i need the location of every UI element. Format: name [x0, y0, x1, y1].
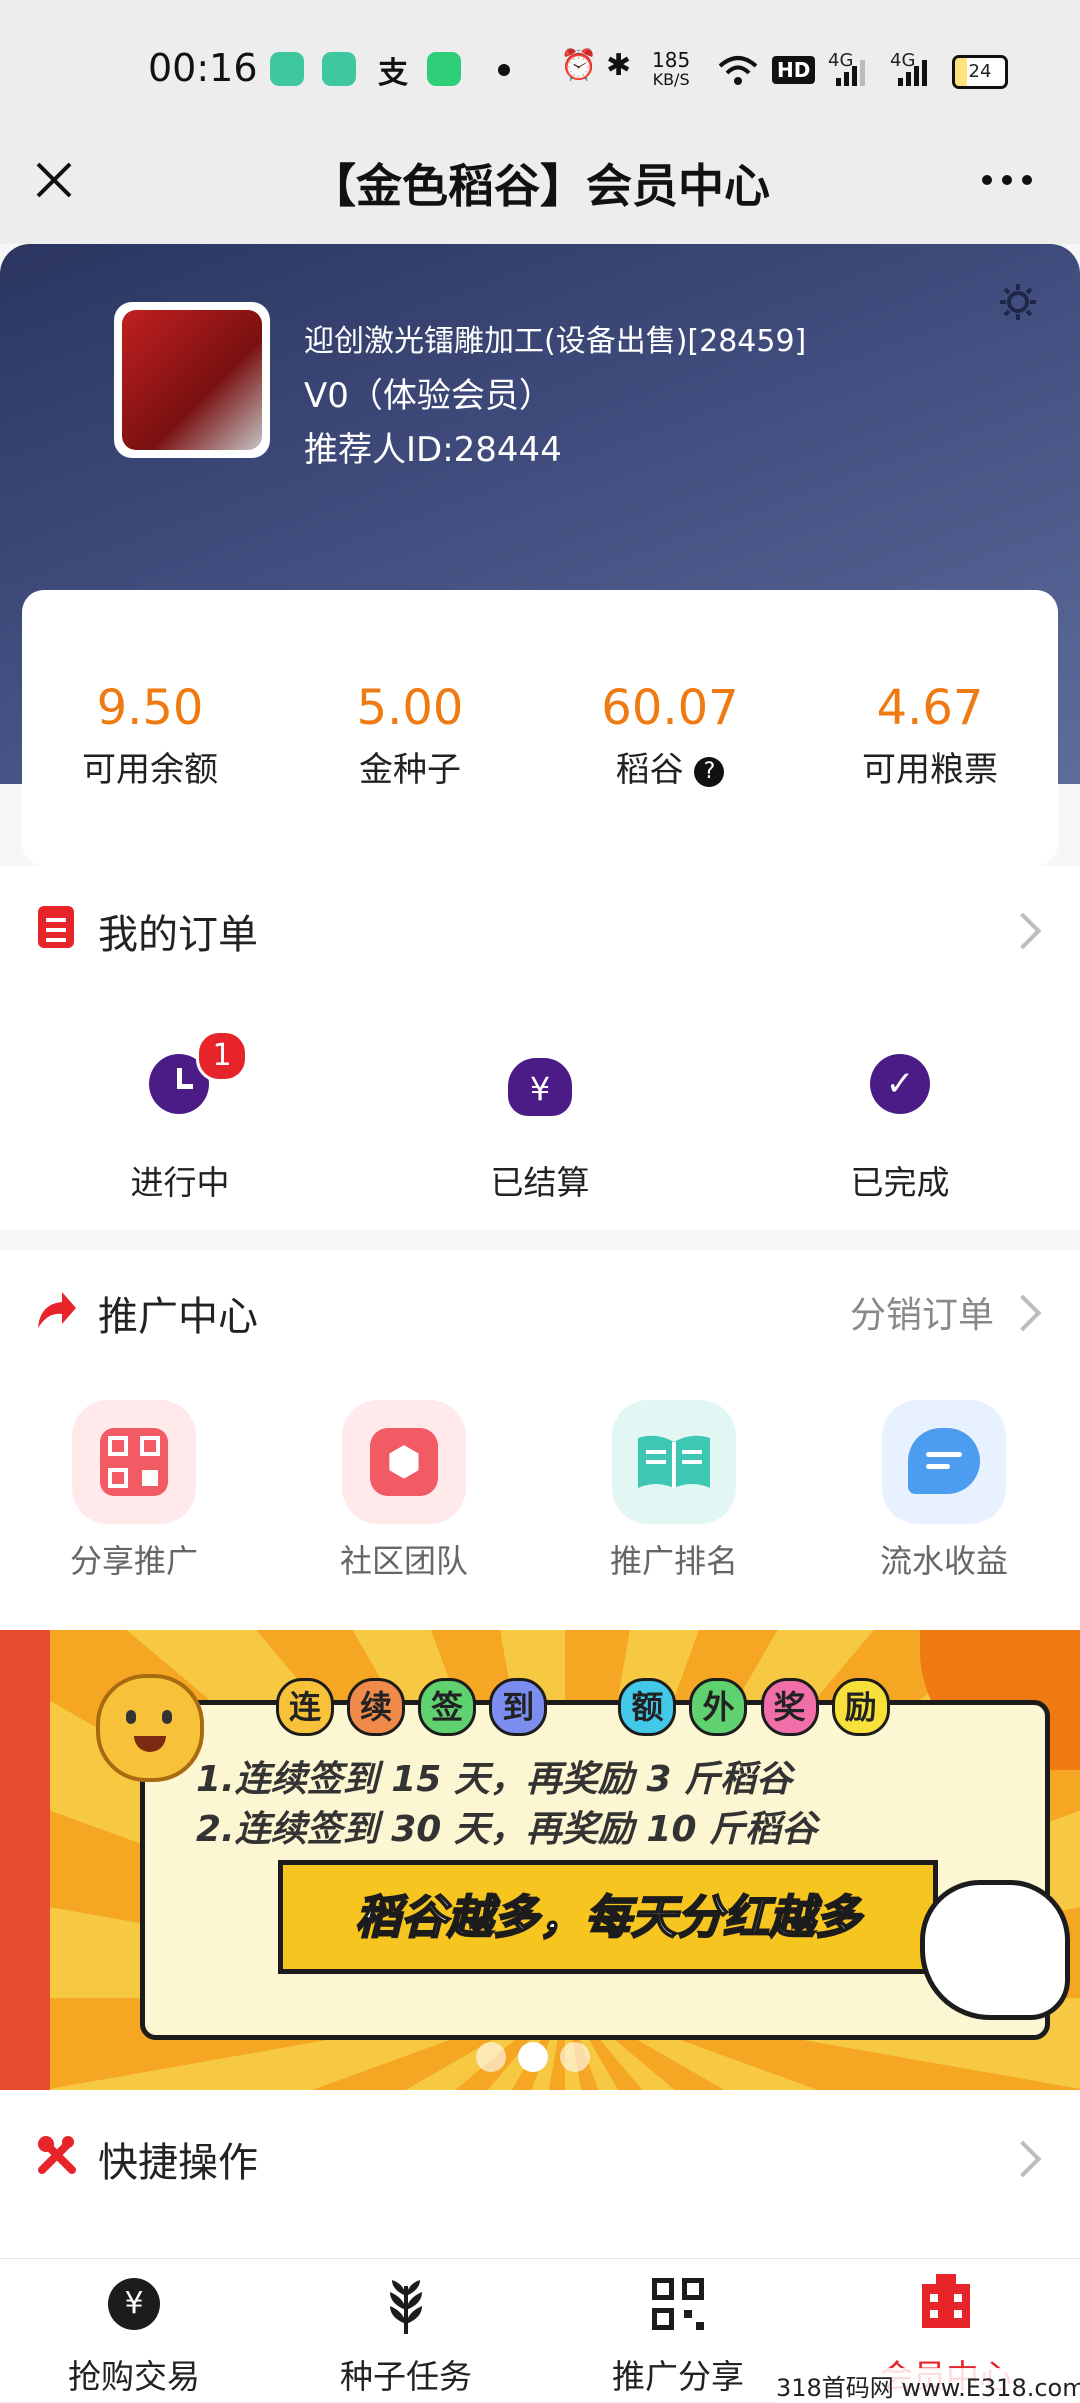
qr-code-icon [100, 1428, 168, 1496]
order-label: 进行中 [130, 1163, 230, 1202]
app-notification-icon [270, 52, 304, 86]
orders-title: 我的订单 [98, 912, 258, 958]
headline-char: 励 [831, 1678, 890, 1736]
banner-slogan-box: 稻谷越多，每天分红越多 [278, 1860, 938, 1974]
banner-line-2: 2.连续签到 30 天，再奖励 10 斤稻谷 [196, 1809, 818, 1850]
order-settled[interactable]: ¥ 已结算 [410, 1030, 670, 1210]
order-label: 已结算 [490, 1163, 590, 1202]
headline-char: 签 [418, 1678, 477, 1736]
more-notifications-dot [498, 64, 510, 76]
chat-bubble-icon [908, 1428, 980, 1494]
qr-code-icon [652, 2278, 704, 2330]
stat-label-row: 稻谷 ? [540, 742, 800, 791]
watermark: 318首码网 www.E318.com [776, 2368, 1080, 2403]
signal-icon [836, 60, 865, 86]
stat-value: 4.67 [876, 680, 984, 736]
carousel-dot[interactable] [560, 2042, 590, 2072]
cube-icon: ⬢ [370, 1428, 438, 1496]
yen-hand-icon: ¥ [108, 2278, 160, 2330]
stat-label: 可用余额 [82, 750, 218, 790]
building-icon [922, 2274, 970, 2328]
stat-label: 金种子 [359, 750, 461, 790]
status-time: 00:16 [148, 46, 258, 90]
stat-available-balance[interactable]: 9.50 可用余额 [20, 680, 280, 791]
signal-icon [898, 60, 927, 86]
order-label: 已完成 [850, 1163, 950, 1202]
member-level: V0（体验会员） [304, 376, 553, 416]
tab-label: 种子任务 [340, 2357, 472, 2396]
order-completed[interactable]: ✓ 已完成 [770, 1030, 1030, 1210]
promotion-title: 推广中心 [98, 1294, 258, 1340]
headline-char: 到 [489, 1678, 548, 1736]
referrer-id: 推荐人ID:28444 [304, 430, 562, 470]
battery-icon: 24 [952, 55, 1008, 89]
order-in-progress[interactable]: 1 进行中 [50, 1030, 310, 1210]
app-notification-icon [322, 52, 356, 86]
headline-char: 奖 [760, 1678, 819, 1736]
tab-label: 推广分享 [612, 2357, 744, 2396]
battery-level: 24 [968, 61, 992, 82]
more-menu-icon[interactable] [980, 170, 1034, 190]
alarm-icon: ⏰ [560, 48, 598, 83]
avatar[interactable] [122, 310, 262, 450]
order-list-icon [38, 906, 74, 948]
smiley-emoji-icon [96, 1674, 204, 1782]
promo-ranking-tile[interactable] [612, 1400, 736, 1524]
page-title: 【金色稻谷】会员中心 [310, 159, 770, 213]
carousel-dot[interactable] [476, 2042, 506, 2072]
promo-label: 社区团队 [339, 1542, 468, 1580]
net-speed-unit: KB/S [652, 70, 690, 89]
distribution-orders-link[interactable]: 分销订单 [850, 1286, 994, 1338]
money-bag-icon: ¥ [508, 1058, 572, 1116]
settings-gear-icon[interactable] [998, 282, 1038, 322]
bluetooth-icon: ✱ [606, 48, 632, 83]
share-arrow-icon [38, 1292, 76, 1328]
hd-icon: HD [772, 56, 816, 84]
help-icon[interactable]: ? [694, 756, 725, 787]
wifi-icon [718, 56, 758, 85]
net-speed-value: 185 [652, 48, 691, 72]
headline-char: 续 [347, 1678, 406, 1736]
promo-label: 推广排名 [609, 1542, 738, 1580]
stat-grain-tickets[interactable]: 4.67 可用粮票 [800, 680, 1060, 791]
stat-rice[interactable]: 60.07 稻谷 ? [540, 680, 800, 791]
user-name: 迎创激光镭雕加工(设备出售)[28459] [304, 324, 807, 359]
stat-gold-seeds[interactable]: 5.00 金种子 [280, 680, 540, 791]
open-book-icon [638, 1435, 710, 1488]
banner-slogan: 稻谷越多，每天分红越多 [354, 1889, 862, 1945]
checkin-banner[interactable]: 连 续 签 到 额 外 奖 励 1.连续签到 15 天，再奖励 3 斤稻谷 2.… [0, 1630, 1080, 2090]
check-icon: ✓ [870, 1054, 930, 1114]
alipay-icon: 支 [378, 56, 408, 91]
stat-label: 可用粮票 [862, 750, 998, 790]
community-team-tile[interactable]: ⬢ [342, 1400, 466, 1524]
flow-earnings-tile[interactable] [882, 1400, 1006, 1524]
headline-char: 额 [618, 1678, 677, 1736]
banner-line-1: 1.连续签到 15 天，再奖励 3 斤稻谷 [196, 1759, 793, 1800]
stat-value: 60.07 [601, 680, 739, 736]
hand-gesture-icon [920, 1880, 1070, 2020]
tab-label: 抢购交易 [68, 2357, 200, 2396]
order-badge: 1 [196, 1030, 248, 1082]
share-promo-tile[interactable] [72, 1400, 196, 1524]
banner-edge [0, 1630, 50, 2090]
headline-char: 外 [689, 1678, 748, 1736]
stat-value: 5.00 [356, 680, 464, 736]
banner-headline: 连 续 签 到 额 外 奖 励 [276, 1678, 890, 1736]
headline-char: 连 [276, 1678, 334, 1736]
carousel-dot-active[interactable] [518, 2042, 548, 2072]
net-speed: 185 KB/S [652, 50, 690, 90]
stat-label: 稻谷 [615, 750, 684, 790]
tools-icon [38, 2136, 76, 2174]
promo-label: 分享推广 [69, 1542, 198, 1580]
quick-actions-title: 快捷操作 [98, 2140, 258, 2186]
stat-value: 9.50 [96, 680, 204, 736]
app-notification-icon [427, 52, 461, 86]
promo-label: 流水收益 [879, 1542, 1008, 1580]
